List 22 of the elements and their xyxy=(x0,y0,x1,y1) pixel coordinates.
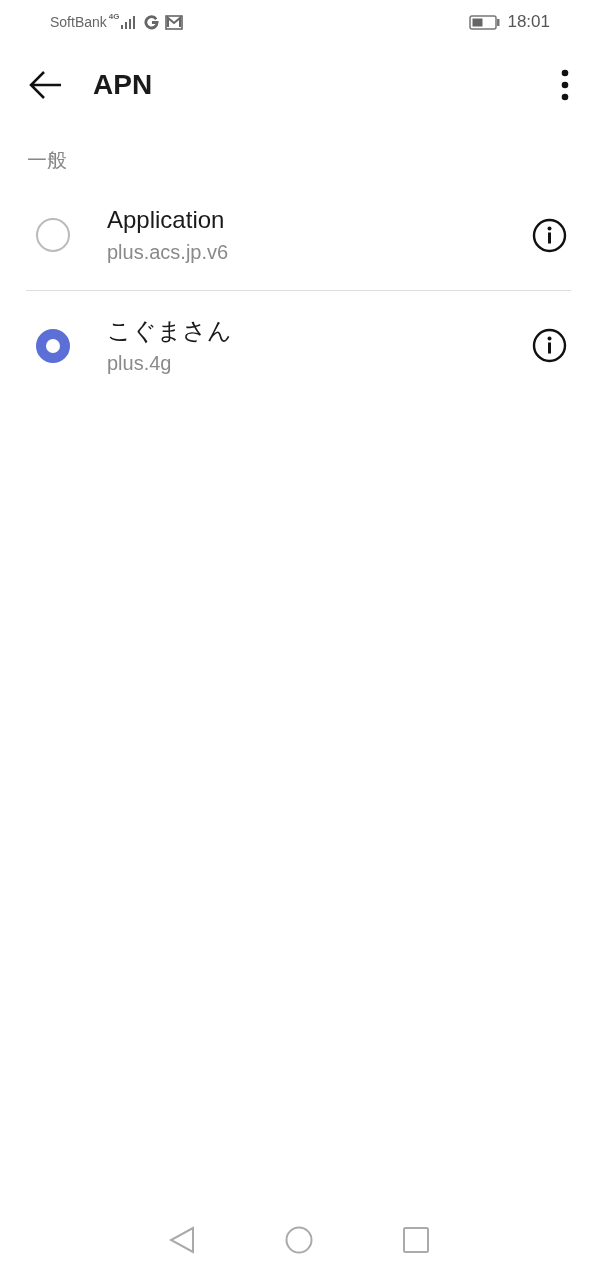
apn-name: Application xyxy=(107,205,226,235)
apn-name: こぐまさん xyxy=(107,315,233,346)
radio-button[interactable] xyxy=(36,218,70,252)
carrier-name: SoftBank xyxy=(50,12,107,32)
battery-icon xyxy=(469,14,501,30)
back-arrow-icon[interactable] xyxy=(28,70,62,100)
info-icon[interactable] xyxy=(532,328,567,363)
apn-address: plus.4g xyxy=(107,350,173,376)
mail-icon xyxy=(164,14,183,30)
clock-time: 18:01 xyxy=(507,11,550,34)
signal-icon xyxy=(120,15,138,29)
section-header: 一般 xyxy=(27,148,67,173)
apn-address: plus.acs.jp.v6 xyxy=(107,240,230,265)
page-title: APN xyxy=(93,68,153,102)
info-icon[interactable] xyxy=(532,217,567,253)
home-nav-icon[interactable] xyxy=(284,1226,313,1254)
back-nav-icon[interactable] xyxy=(168,1226,195,1254)
recents-nav-icon[interactable] xyxy=(402,1227,429,1253)
network-type: 4G xyxy=(108,11,120,23)
radio-button[interactable] xyxy=(36,328,70,363)
more-menu-icon[interactable] xyxy=(561,69,569,101)
g-logo-icon xyxy=(143,14,159,30)
